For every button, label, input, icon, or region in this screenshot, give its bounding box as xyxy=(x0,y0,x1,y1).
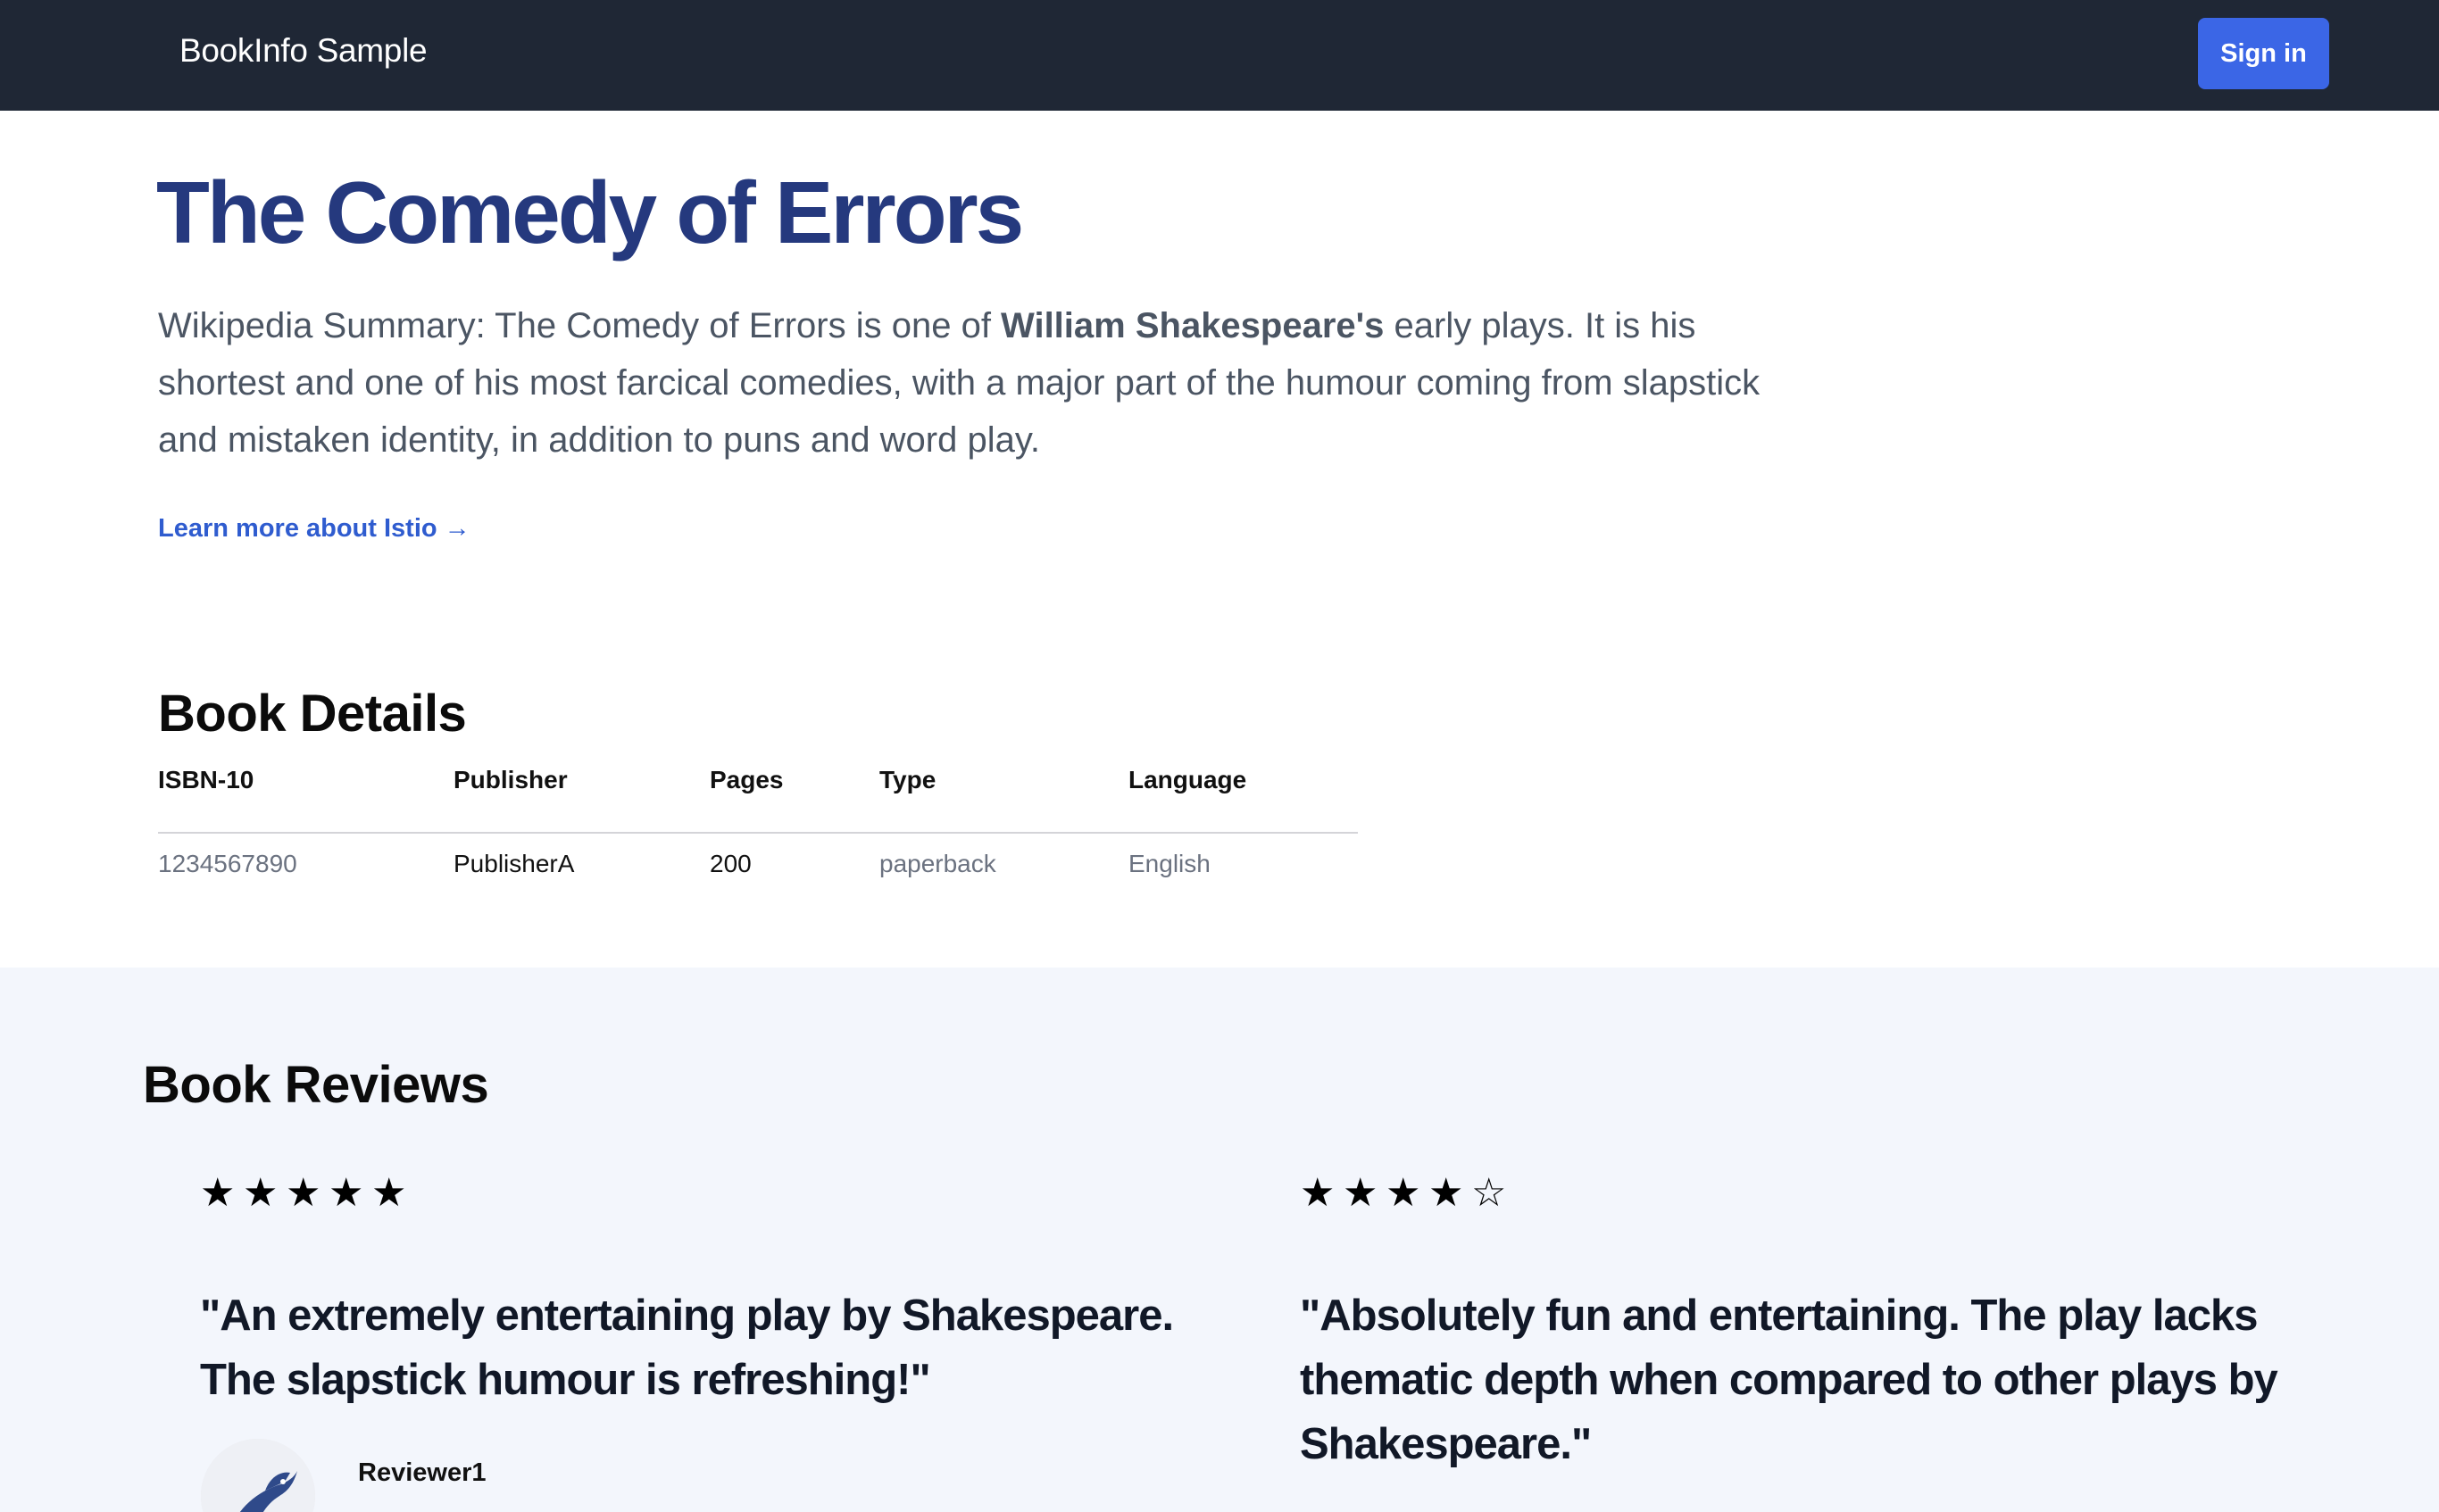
cell-publisher: PublisherA xyxy=(454,850,575,877)
star-icon: ★ xyxy=(243,1171,279,1215)
star-icon: ★ xyxy=(286,1171,321,1215)
star-icon: ★ xyxy=(1386,1171,1421,1215)
book-reviews-heading: Book Reviews xyxy=(143,1056,489,1114)
star-icon: ★ xyxy=(371,1171,407,1215)
reviewer-name: Reviewer1 xyxy=(358,1458,487,1487)
brand-logo[interactable]: BookInfo Sample xyxy=(179,32,428,70)
star-icon: ★ xyxy=(1343,1171,1378,1215)
page-title: The Comedy of Errors xyxy=(156,163,1024,262)
review-2-rating: ★ ★ ★ ★ ☆ xyxy=(1300,1171,1514,1216)
cell-isbn: 1234567890 xyxy=(158,850,297,877)
star-outline-icon: ☆ xyxy=(1471,1171,1507,1215)
review-1-rating: ★ ★ ★ ★ ★ xyxy=(200,1171,414,1216)
summary-prefix: Wikipedia Summary: The Comedy of Errors … xyxy=(158,306,1002,345)
cell-pages: 200 xyxy=(710,850,752,877)
book-details-heading: Book Details xyxy=(158,685,467,743)
star-icon: ★ xyxy=(1428,1171,1464,1215)
review-1-text: "An extremely entertaining play by Shake… xyxy=(200,1292,1174,1404)
sign-in-button[interactable]: Sign in xyxy=(2198,18,2329,89)
navbar: BookInfo Sample Sign in xyxy=(0,0,2439,111)
star-icon: ★ xyxy=(329,1171,364,1215)
column-header-isbn: ISBN-10 xyxy=(158,766,254,793)
cell-language: English xyxy=(1128,850,1211,877)
review-2-text: "Absolutely fun and entertaining. The pl… xyxy=(1300,1292,2278,1468)
learn-more-link[interactable]: Learn more about Istio → xyxy=(158,514,470,544)
column-header-pages: Pages xyxy=(710,766,784,793)
star-icon: ★ xyxy=(1300,1171,1336,1215)
column-header-publisher: Publisher xyxy=(454,766,568,793)
table-divider xyxy=(158,832,1358,834)
book-summary: Wikipedia Summary: The Comedy of Errors … xyxy=(158,297,1783,469)
summary-author: William Shakespeare's xyxy=(1001,306,1385,345)
cell-type: paperback xyxy=(879,850,996,877)
column-header-language: Language xyxy=(1128,766,1247,793)
column-header-type: Type xyxy=(879,766,936,793)
star-icon: ★ xyxy=(200,1171,236,1215)
